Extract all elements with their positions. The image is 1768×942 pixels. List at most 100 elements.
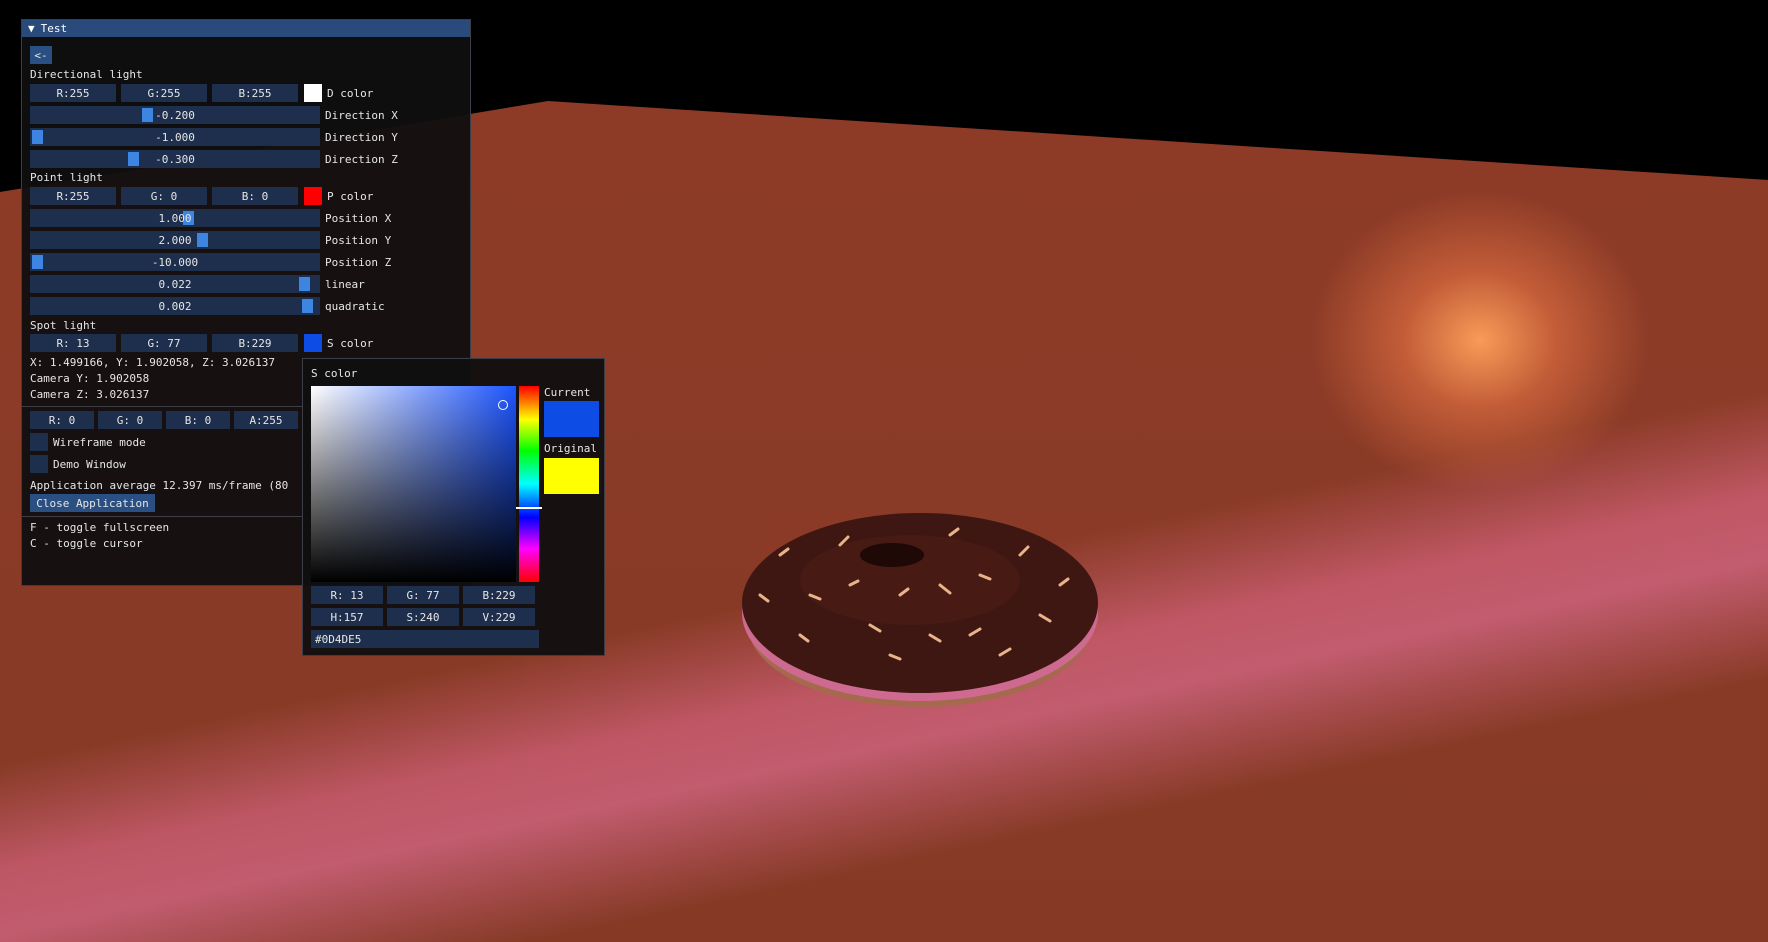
p-color-g-field[interactable]: G: 0 <box>121 187 207 205</box>
slider-row: 0.002 quadratic <box>30 297 385 315</box>
wireframe-label: Wireframe mode <box>53 435 146 449</box>
point-light-header: Point light <box>30 171 103 184</box>
s-color-r-field[interactable]: R: 13 <box>30 334 116 352</box>
picker-g-field[interactable]: G: 77 <box>387 586 459 604</box>
d-color-b-field[interactable]: B:255 <box>212 84 298 102</box>
s-color-swatch[interactable] <box>304 334 322 352</box>
sv-cursor-circle[interactable] <box>498 400 508 410</box>
help-fullscreen-text: F - toggle fullscreen <box>30 521 170 534</box>
slider-label: Position Z <box>325 255 392 269</box>
current-label: Current <box>544 386 591 399</box>
d-color-r-field[interactable]: R:255 <box>30 84 116 102</box>
help-cursor-text: C - toggle cursor <box>30 537 143 550</box>
p-color-swatch[interactable] <box>304 187 322 205</box>
directional-light-header: Directional light <box>30 68 143 81</box>
demo-window-checkbox[interactable] <box>30 455 48 473</box>
slider-value: -0.200 <box>155 108 195 122</box>
demo-row: Demo Window <box>30 455 126 473</box>
slider-position-z[interactable]: -10.000 <box>30 253 320 271</box>
wireframe-row: Wireframe mode <box>30 433 146 451</box>
slider-linear[interactable]: 0.022 <box>30 275 320 293</box>
picker-rgb-row: R: 13 G: 77 B:229 <box>311 586 535 604</box>
spot-light-header: Spot light <box>30 319 97 332</box>
slider-row: -0.200 Direction X <box>30 106 398 124</box>
slider-grab-handle[interactable] <box>128 152 140 166</box>
d-color-row: R:255 G:255 B:255 D color <box>30 84 373 102</box>
slider-value: 0.022 <box>158 277 192 291</box>
s-color-g-field[interactable]: G: 77 <box>121 334 207 352</box>
hue-marker[interactable] <box>516 506 542 509</box>
picker-hsv-row: H:157 S:240 V:229 <box>311 608 535 626</box>
picker-h-field[interactable]: H:157 <box>311 608 383 626</box>
slider-grab-handle[interactable] <box>32 130 43 144</box>
picker-s-field[interactable]: S:240 <box>387 608 459 626</box>
demo-window-label: Demo Window <box>53 457 126 471</box>
slider-row: 0.022 linear <box>30 275 365 293</box>
p-color-label: P color <box>327 189 374 203</box>
slider-value: 0.002 <box>158 299 192 313</box>
s-color-picker-popup[interactable]: S color Current Original R: 13 G: 77 B:2… <box>302 358 605 656</box>
slider-row: -10.000 Position Z <box>30 253 391 271</box>
picker-title: S color <box>311 367 358 380</box>
s-color-label: S color <box>327 336 374 350</box>
picker-b-field[interactable]: B:229 <box>463 586 535 604</box>
slider-position-y[interactable]: 2.000 <box>30 231 320 249</box>
slider-grab-handle[interactable] <box>32 255 43 269</box>
camera-y-text: Camera Y: 1.902058 <box>30 372 150 385</box>
d-color-swatch[interactable] <box>304 84 322 102</box>
camera-xyz-text: X: 1.499166, Y: 1.902058, Z: 3.026137 <box>30 356 276 369</box>
perf-text: Application average 12.397 ms/frame (80 <box>30 479 289 492</box>
p-color-r-field[interactable]: R:255 <box>30 187 116 205</box>
original-label: Original <box>544 442 597 455</box>
slider-value: 2.000 <box>158 233 192 247</box>
slider-direction-z[interactable]: -0.300 <box>30 150 320 168</box>
back-button[interactable]: <- <box>30 46 52 64</box>
slider-quadratic[interactable]: 0.002 <box>30 297 320 315</box>
slider-direction-x[interactable]: -0.200 <box>30 106 320 124</box>
clear-b-field[interactable]: B: 0 <box>166 411 230 429</box>
current-color-swatch <box>544 401 599 437</box>
slider-label: Direction Y <box>325 130 398 144</box>
donut-model <box>742 513 1098 707</box>
slider-grab-handle[interactable] <box>298 277 310 291</box>
d-color-g-field[interactable]: G:255 <box>121 84 207 102</box>
clear-color-row: R: 0 G: 0 B: 0 A:255 <box>30 411 298 429</box>
slider-grab-handle[interactable] <box>142 108 153 122</box>
slider-position-x[interactable]: 1.000 <box>30 209 320 227</box>
slider-row: -1.000 Direction Y <box>30 128 398 146</box>
p-color-b-field[interactable]: B: 0 <box>212 187 298 205</box>
picker-hex-input[interactable]: #0D4DE5 <box>311 630 539 648</box>
window-titlebar[interactable]: ▼ Test <box>22 20 470 37</box>
slider-label: Direction Z <box>325 152 398 166</box>
slider-label: quadratic <box>325 299 385 313</box>
s-color-b-field[interactable]: B:229 <box>212 334 298 352</box>
slider-label: linear <box>325 277 365 291</box>
hue-bar[interactable] <box>516 386 542 582</box>
clear-r-field[interactable]: R: 0 <box>30 411 94 429</box>
slider-direction-y[interactable]: -1.000 <box>30 128 320 146</box>
slider-value: -10.000 <box>151 255 199 269</box>
clear-g-field[interactable]: G: 0 <box>98 411 162 429</box>
slider-grab-handle[interactable] <box>197 233 208 247</box>
clear-a-field[interactable]: A:255 <box>234 411 298 429</box>
wireframe-checkbox[interactable] <box>30 433 48 451</box>
picker-hex-row: #0D4DE5 <box>311 630 539 648</box>
s-color-row: R: 13 G: 77 B:229 S color <box>30 334 373 352</box>
slider-value: 1.000 <box>158 211 192 225</box>
slider-value: -1.000 <box>155 130 195 144</box>
slider-row: 2.000 Position Y <box>30 231 391 249</box>
picker-v-field[interactable]: V:229 <box>463 608 535 626</box>
slider-label: Direction X <box>325 108 398 122</box>
window-title: Test <box>40 22 68 35</box>
slider-value: -0.300 <box>155 152 195 166</box>
close-application-button[interactable]: Close Application <box>30 494 155 512</box>
saturation-value-square[interactable] <box>311 386 516 582</box>
d-color-label: D color <box>327 86 374 100</box>
collapse-triangle-icon[interactable]: ▼ <box>28 22 35 35</box>
picker-r-field[interactable]: R: 13 <box>311 586 383 604</box>
original-color-swatch[interactable] <box>544 458 599 494</box>
slider-label: Position X <box>325 211 392 225</box>
camera-z-text: Camera Z: 3.026137 <box>30 388 150 401</box>
slider-grab-handle[interactable] <box>301 299 313 313</box>
slider-row: -0.300 Direction Z <box>30 150 398 168</box>
